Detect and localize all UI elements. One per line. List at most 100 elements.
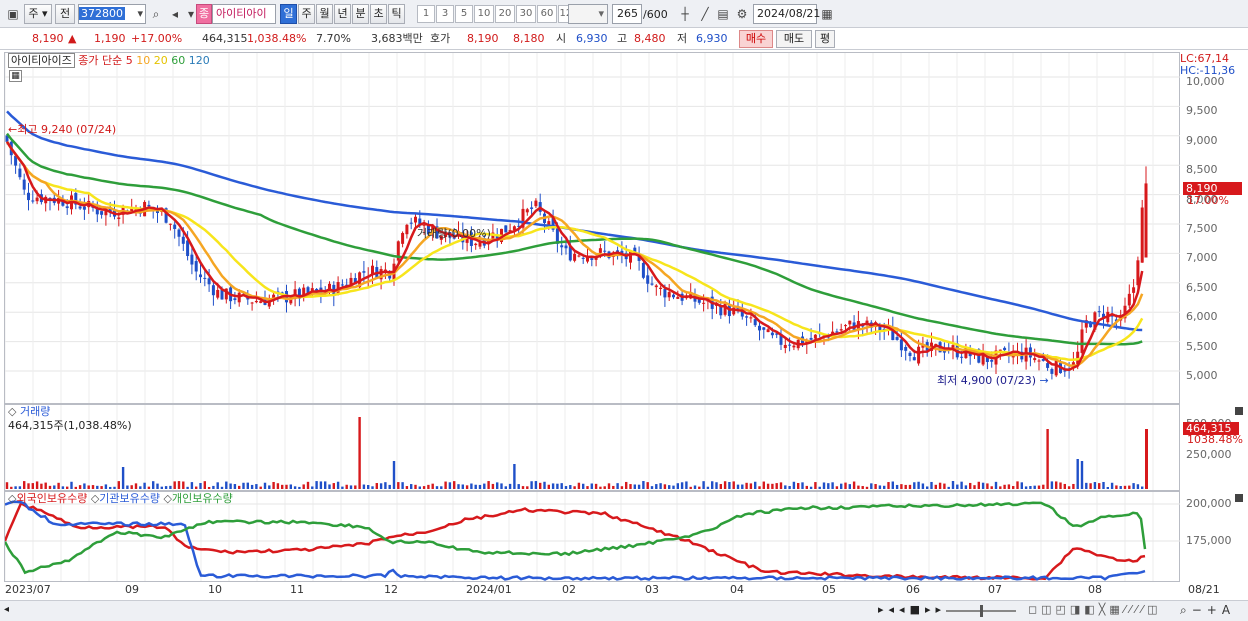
volume-bar	[792, 481, 796, 489]
price-chart[interactable]	[5, 53, 1180, 403]
candle-body	[835, 331, 839, 333]
search-icon[interactable]: ⌕	[147, 5, 165, 23]
interval-option[interactable]: 60	[537, 5, 557, 23]
volume-bar	[1037, 485, 1041, 489]
candle-body	[809, 337, 813, 340]
candle-body	[35, 197, 39, 202]
volume-bar	[650, 486, 654, 489]
stock-name[interactable]: 아이티아이	[212, 4, 276, 24]
volume-bar	[203, 481, 206, 489]
volume-bar	[1106, 486, 1109, 489]
volume-bar	[508, 483, 512, 489]
volume-bar	[887, 482, 890, 489]
zoom-slider-handle[interactable]	[980, 605, 983, 617]
code-input[interactable]: 372800 ▾	[78, 4, 146, 24]
volume-bar	[956, 484, 959, 489]
x-label: 03	[645, 583, 659, 596]
x-label: 09	[125, 583, 139, 596]
candle-body	[560, 245, 564, 248]
interval-custom-input[interactable]: ▾	[568, 4, 608, 24]
close-icon[interactable]	[1235, 407, 1243, 415]
ask-price: 8,190	[467, 32, 499, 45]
volume-bar	[938, 482, 942, 489]
interval-option[interactable]: 20	[495, 5, 515, 23]
sell-button[interactable]: 매도	[776, 30, 812, 48]
volume-bar	[470, 483, 473, 489]
volume-bar	[612, 485, 615, 489]
close-icon[interactable]	[1235, 494, 1243, 502]
volume-bar	[594, 483, 598, 489]
legend-ma-type: 종가 단순	[78, 54, 123, 67]
period-tab[interactable]: 일	[280, 4, 297, 24]
volume-bar	[534, 481, 538, 489]
volume-bar	[91, 485, 95, 489]
zoom-controls[interactable]: ⌕−+A	[1180, 603, 1235, 618]
volume-bar	[289, 484, 292, 489]
count-input[interactable]: 265	[612, 4, 642, 24]
interval-option[interactable]: 10	[474, 5, 494, 23]
window-icon[interactable]: ▣	[4, 5, 22, 23]
prev-button[interactable]: 전	[55, 4, 75, 24]
volume-bar	[513, 464, 516, 489]
table-icon[interactable]: ▦	[9, 70, 22, 82]
period-tab[interactable]: 틱	[388, 4, 405, 24]
candle-body	[31, 200, 35, 202]
volume-bar	[779, 482, 783, 489]
volume-bar	[1089, 483, 1092, 489]
candle-body	[211, 285, 215, 296]
volume-bar	[711, 481, 714, 489]
playback-controls[interactable]: ▸◂◂■▸▸	[878, 603, 946, 616]
market-select[interactable]: 주 ▾	[24, 4, 52, 24]
drawing-tools[interactable]: ◻◫◰◨◧╳▦⁄⁄⁄⁄◫	[1028, 603, 1161, 616]
candle-body	[603, 250, 607, 252]
volume-bar	[994, 481, 998, 489]
volume-chart[interactable]	[5, 405, 1180, 490]
period-tab[interactable]: 분	[352, 4, 369, 24]
volume-bar	[1033, 485, 1036, 489]
candle-body	[409, 222, 413, 224]
candle-body	[646, 275, 650, 284]
volume-bar	[749, 483, 753, 489]
legend-stock-name[interactable]: 아이티아이즈	[8, 53, 75, 68]
volume-bar	[255, 484, 258, 489]
volume-bar	[349, 485, 353, 489]
date-input[interactable]: 2024/08/21	[753, 4, 820, 24]
buy-button[interactable]: 매수	[739, 30, 773, 48]
scroll-left-icon[interactable]: ◂	[4, 604, 9, 615]
volume-bar	[728, 482, 731, 489]
candle-body	[749, 317, 753, 319]
volume-bar	[272, 481, 275, 489]
period-tab[interactable]: 주	[298, 4, 315, 24]
interval-option[interactable]: 30	[516, 5, 536, 23]
candle-icon[interactable]: ┼	[676, 5, 694, 23]
volume-bar	[680, 482, 684, 489]
candle-body	[190, 254, 194, 265]
save-icon[interactable]: ▤	[714, 5, 732, 23]
interval-option[interactable]: 5	[455, 5, 473, 23]
line-tool-icon[interactable]: ╱	[696, 5, 714, 23]
interval-option[interactable]: 3	[436, 5, 454, 23]
candle-body	[100, 211, 104, 215]
chevron-down-icon[interactable]: ▾	[137, 5, 145, 23]
price-tick: 7,500	[1186, 222, 1218, 235]
x-label: 12	[384, 583, 398, 596]
volume-bar	[784, 485, 787, 489]
price-tick: 8,500	[1186, 163, 1218, 177]
candle-body	[654, 285, 658, 288]
period-tab[interactable]: 초	[370, 4, 387, 24]
x-label: 02	[562, 583, 576, 596]
volume-bar	[642, 481, 645, 489]
gear-icon[interactable]: ⚙	[733, 5, 751, 23]
volume-bar	[973, 485, 976, 489]
volume-bar	[268, 485, 271, 489]
eval-button[interactable]: 평	[815, 30, 835, 48]
volume-bar	[401, 482, 404, 489]
period-tab[interactable]: 년	[334, 4, 351, 24]
calendar-icon[interactable]: ▦	[818, 5, 836, 23]
period-tab[interactable]: 월	[316, 4, 333, 24]
interval-option[interactable]: 1	[417, 5, 435, 23]
scroll-bar[interactable]: ◂ ▸◂◂■▸▸ ◻◫◰◨◧╳▦⁄⁄⁄⁄◫ ⌕−+A	[0, 600, 1248, 621]
volume-bar	[414, 484, 417, 489]
volume-bar	[616, 483, 619, 489]
volume-bar	[775, 483, 778, 489]
